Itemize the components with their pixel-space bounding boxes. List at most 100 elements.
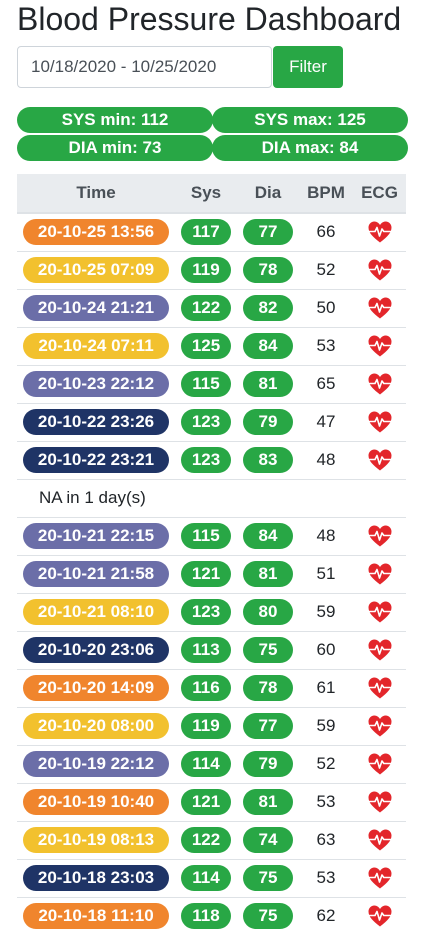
table-row[interactable]: 20-10-19 08:13 122 74 63 (17, 820, 406, 859)
dia-badge: 75 (243, 637, 293, 663)
table-row[interactable]: 20-10-20 14:09 116 78 61 (17, 668, 406, 707)
time-cell: 20-10-22 23:26 (17, 402, 175, 441)
table-row[interactable]: 20-10-20 23:06 113 75 60 (17, 630, 406, 669)
table-row[interactable]: 20-10-22 23:21 123 83 48 (17, 440, 406, 479)
heart-ecg-icon[interactable] (367, 752, 393, 776)
time-badge: 20-10-24 07:11 (23, 333, 169, 359)
time-badge: 20-10-20 23:06 (23, 637, 169, 663)
table-row[interactable]: 20-10-19 10:40 121 81 53 (17, 782, 406, 821)
ecg-cell (353, 554, 406, 593)
table-row[interactable]: 20-10-25 13:56 117 77 66 (17, 212, 406, 251)
table-row[interactable]: 20-10-23 22:12 115 81 65 (17, 364, 406, 403)
column-header-ecg[interactable]: ECG (353, 174, 406, 214)
ecg-cell (353, 440, 406, 479)
heart-ecg-icon[interactable] (367, 676, 393, 700)
heart-ecg-icon[interactable] (367, 258, 393, 282)
dia-cell: 78 (237, 668, 299, 707)
sys-cell: 119 (175, 706, 237, 745)
dia-cell: 77 (237, 212, 299, 251)
time-badge: 20-10-22 23:21 (23, 447, 169, 473)
bpm-value: 62 (299, 896, 353, 935)
heart-ecg-icon[interactable] (367, 296, 393, 320)
table-row[interactable]: 20-10-25 07:09 119 78 52 (17, 250, 406, 289)
time-cell: 20-10-20 14:09 (17, 668, 175, 707)
dia-cell: 75 (237, 858, 299, 897)
heart-ecg-icon[interactable] (367, 410, 393, 434)
table-row[interactable]: 20-10-18 23:03 114 75 53 (17, 858, 406, 897)
ecg-cell (353, 516, 406, 555)
table-row[interactable]: 20-10-21 08:10 123 80 59 (17, 592, 406, 631)
sys-cell: 113 (175, 630, 237, 669)
heart-ecg-icon[interactable] (367, 790, 393, 814)
dia-min-badge: DIA min: 73 (17, 135, 213, 161)
time-cell: 20-10-25 13:56 (17, 212, 175, 251)
table-row[interactable]: 20-10-22 23:26 123 79 47 (17, 402, 406, 441)
sys-badge: 121 (181, 789, 231, 815)
column-header-time[interactable]: Time (17, 174, 175, 214)
heart-ecg-icon[interactable] (367, 904, 393, 928)
ecg-cell (353, 896, 406, 935)
dia-cell: 75 (237, 630, 299, 669)
date-range-input[interactable] (17, 46, 272, 88)
column-header-bpm[interactable]: BPM (299, 174, 353, 214)
sys-badge: 114 (181, 751, 231, 777)
sys-badge: 115 (181, 371, 231, 397)
sys-cell: 119 (175, 250, 237, 289)
table-row[interactable]: 20-10-19 22:12 114 79 52 (17, 744, 406, 783)
column-header-dia[interactable]: Dia (237, 174, 299, 214)
time-cell: 20-10-24 21:21 (17, 288, 175, 327)
bpm-value: 53 (299, 782, 353, 821)
filter-button[interactable]: Filter (273, 46, 343, 88)
heart-ecg-icon[interactable] (367, 866, 393, 890)
dia-cell: 74 (237, 820, 299, 859)
sys-cell: 125 (175, 326, 237, 365)
sys-cell: 115 (175, 364, 237, 403)
bpm-value: 65 (299, 364, 353, 403)
dia-badge: 75 (243, 865, 293, 891)
heart-ecg-icon[interactable] (367, 448, 393, 472)
time-badge: 20-10-23 22:12 (23, 371, 169, 397)
sys-cell: 117 (175, 212, 237, 251)
time-badge: 20-10-21 22:15 (23, 523, 169, 549)
heart-ecg-icon[interactable] (367, 524, 393, 548)
sys-badge: 119 (181, 713, 231, 739)
bpm-value: 53 (299, 326, 353, 365)
sys-badge: 123 (181, 599, 231, 625)
table-row[interactable]: 20-10-20 08:00 119 77 59 (17, 706, 406, 745)
heart-ecg-icon[interactable] (367, 714, 393, 738)
table-row[interactable]: 20-10-18 11:10 118 75 62 (17, 896, 406, 935)
sys-badge: 116 (181, 675, 231, 701)
bpm-value: 48 (299, 440, 353, 479)
dia-cell: 78 (237, 250, 299, 289)
table-row[interactable]: 20-10-21 21:58 121 81 51 (17, 554, 406, 593)
heart-ecg-icon[interactable] (367, 220, 393, 244)
bpm-value: 52 (299, 250, 353, 289)
table-header-row: Time Sys Dia BPM ECG (17, 174, 406, 214)
table-row[interactable]: 20-10-24 07:11 125 84 53 (17, 326, 406, 365)
ecg-cell (353, 402, 406, 441)
sys-badge: 114 (181, 865, 231, 891)
heart-ecg-icon[interactable] (367, 828, 393, 852)
heart-ecg-icon[interactable] (367, 372, 393, 396)
bpm-value: 61 (299, 668, 353, 707)
time-badge: 20-10-25 13:56 (23, 219, 169, 246)
ecg-cell (353, 706, 406, 745)
time-badge: 20-10-21 21:58 (23, 561, 169, 587)
heart-ecg-icon[interactable] (367, 562, 393, 586)
table-row[interactable]: 20-10-24 21:21 122 82 50 (17, 288, 406, 327)
time-badge: 20-10-20 08:00 (23, 713, 169, 739)
heart-ecg-icon[interactable] (367, 600, 393, 624)
sys-cell: 118 (175, 896, 237, 935)
sys-cell: 122 (175, 288, 237, 327)
dia-cell: 77 (237, 706, 299, 745)
dia-max-badge: DIA max: 84 (212, 135, 408, 161)
column-header-sys[interactable]: Sys (175, 174, 237, 214)
dia-badge: 78 (243, 675, 293, 701)
dia-badge: 78 (243, 257, 293, 283)
dia-cell: 79 (237, 744, 299, 783)
dia-cell: 84 (237, 516, 299, 555)
bpm-value: 63 (299, 820, 353, 859)
table-row[interactable]: 20-10-21 22:15 115 84 48 (17, 516, 406, 555)
heart-ecg-icon[interactable] (367, 334, 393, 358)
heart-ecg-icon[interactable] (367, 638, 393, 662)
